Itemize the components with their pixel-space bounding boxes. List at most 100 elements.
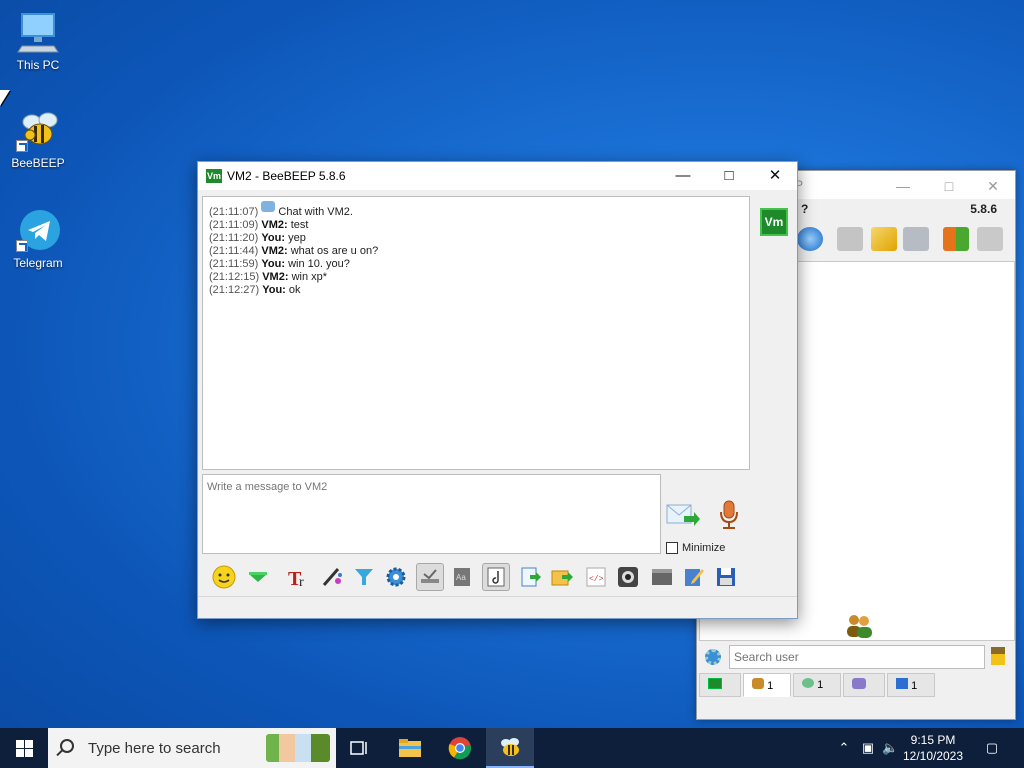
telegram-icon [16, 208, 60, 252]
chat-message: (21:12:27) You: ok [209, 284, 301, 296]
settings-gear-icon[interactable] [705, 649, 721, 665]
desktop-icon-label: This PC [16, 58, 60, 72]
chat-window-title: VM2 - BeeBEEP 5.8.6 [227, 169, 346, 183]
volume-muted-icon[interactable]: 🔈 [882, 740, 898, 756]
close-icon[interactable]: ✕ [973, 175, 1013, 197]
computer-icon [16, 10, 60, 54]
clock-time: 9:15 PM [910, 733, 956, 747]
send-area: Minimize [666, 498, 750, 556]
users-small-icon [752, 678, 764, 689]
taskbar: Type here to search ⌃ ▣ 🔈 9:15 PM 12/10/… [0, 728, 1024, 768]
tab-files[interactable]: 1 [887, 673, 935, 697]
bee-icon [501, 738, 519, 756]
message-icon[interactable] [837, 227, 863, 251]
file-explorer-button[interactable] [386, 728, 434, 768]
tab-chats[interactable]: 1 [793, 673, 841, 697]
edit-icon[interactable] [871, 227, 897, 251]
svg-text:r: r [299, 575, 304, 589]
maximize-button[interactable]: □ [706, 162, 752, 190]
filter-button[interactable] [350, 563, 378, 591]
settings-button[interactable] [382, 563, 410, 591]
chat-window[interactable]: Vm VM2 - BeeBEEP 5.8.6 — □ ✕ (21:11:07) … [197, 161, 798, 619]
beebeep-vm-icon: Vm [206, 169, 222, 183]
save-chat-button[interactable] [712, 563, 740, 591]
update-icon[interactable] [943, 227, 969, 251]
desktop-icon-label: Telegram [13, 256, 63, 270]
member-avatar[interactable]: Vm [760, 208, 788, 236]
shortcut-arrow-icon [16, 140, 28, 152]
clock-date: 12/10/2023 [902, 749, 964, 763]
chat-message: (21:11:59) You: win 10. you? [209, 258, 350, 270]
spell-check-button[interactable] [416, 563, 444, 591]
menu-help[interactable]: ? [801, 202, 808, 216]
checkbox-box[interactable] [666, 542, 678, 554]
mouse-cursor-icon [0, 90, 10, 106]
tab-status[interactable] [699, 673, 741, 697]
tab-users[interactable]: 1 [743, 673, 791, 697]
task-view-icon [350, 741, 367, 755]
notification-icon[interactable]: ▢ [984, 740, 1000, 756]
voice-message-icon[interactable] [718, 500, 740, 530]
taskbar-search[interactable]: Type here to search [48, 728, 336, 768]
version-label: 5.8.6 [970, 202, 997, 216]
nudge-button[interactable] [244, 563, 272, 591]
chat-window-titlebar[interactable]: Vm VM2 - BeeBEEP 5.8.6 — □ ✕ [198, 162, 797, 190]
beebeep-taskbar-button[interactable] [486, 728, 534, 768]
emoticon-button[interactable] [210, 563, 238, 591]
chat-message: (21:11:44) VM2: what os are u on? [209, 245, 379, 257]
chat-history[interactable]: (21:11:07) Chat with VM2. (21:11:09) VM2… [202, 196, 750, 470]
screenshot-button[interactable] [614, 563, 642, 591]
desktop-icon-telegram[interactable]: Telegram [0, 208, 76, 270]
trash-icon[interactable] [977, 227, 1003, 251]
svg-text:</>: </> [589, 575, 604, 584]
windows-logo-icon [15, 739, 33, 757]
search-icon [60, 739, 74, 753]
chat-message: (21:11:09) VM2: test [209, 219, 309, 231]
desktop-icon-label: BeeBEEP [11, 156, 65, 170]
shortcut-arrow-icon [16, 240, 28, 252]
minimize-icon[interactable]: — [883, 175, 923, 197]
bee-icon [16, 108, 60, 152]
search-user-input[interactable] [729, 645, 985, 669]
chrome-button[interactable] [436, 728, 484, 768]
chevron-up-icon[interactable]: ⌃ [836, 740, 852, 756]
edit-note-button[interactable] [680, 563, 708, 591]
tools-icon[interactable] [903, 227, 929, 251]
clear-chat-button[interactable] [648, 563, 676, 591]
desktop-icon-beebeep[interactable]: BeeBEEP [0, 108, 76, 170]
send-message-icon[interactable] [666, 502, 700, 528]
sound-button[interactable] [482, 563, 510, 591]
tab-groups[interactable] [843, 673, 885, 697]
chat-status-bar [198, 596, 797, 618]
main-window-tabs: 1 1 1 [699, 673, 1015, 697]
network-icon[interactable]: ▣ [860, 740, 876, 756]
send-file-button[interactable] [516, 563, 544, 591]
send-folder-button[interactable] [548, 563, 576, 591]
html-code-button[interactable]: </> [582, 563, 610, 591]
task-view-button[interactable] [336, 728, 384, 768]
clock[interactable]: 9:15 PM 12/10/2023 [898, 732, 968, 764]
start-button[interactable] [0, 728, 48, 768]
maximize-icon[interactable]: □ [929, 175, 969, 197]
status-icon [708, 678, 722, 689]
close-button[interactable]: ✕ [752, 162, 798, 190]
dictionary-button[interactable]: Aa [448, 563, 476, 591]
chat-message: (21:11:20) You: yep [209, 232, 306, 244]
desktop-icon-this-pc[interactable]: This PC [0, 10, 76, 72]
font-button[interactable]: Tr [284, 563, 312, 591]
chat-message: (21:12:15) VM2: win xp* [209, 271, 328, 283]
minimize-button[interactable]: — [660, 162, 706, 190]
color-button[interactable] [318, 563, 346, 591]
search-highlights-icon [266, 734, 330, 762]
taskbar-search-placeholder: Type here to search [88, 739, 221, 757]
chat-toolbar: Tr Aa </> [202, 560, 794, 594]
chat-bubble-icon [261, 201, 276, 212]
folder-icon [399, 739, 421, 757]
minimize-checkbox[interactable]: Minimize [666, 542, 725, 554]
network-icon[interactable] [797, 227, 823, 251]
search-row [699, 643, 1015, 671]
chat-message: (21:11:07) Chat with VM2. [209, 201, 743, 219]
chrome-icon [448, 737, 472, 760]
message-input[interactable] [202, 474, 661, 554]
broom-icon[interactable] [991, 647, 1005, 665]
